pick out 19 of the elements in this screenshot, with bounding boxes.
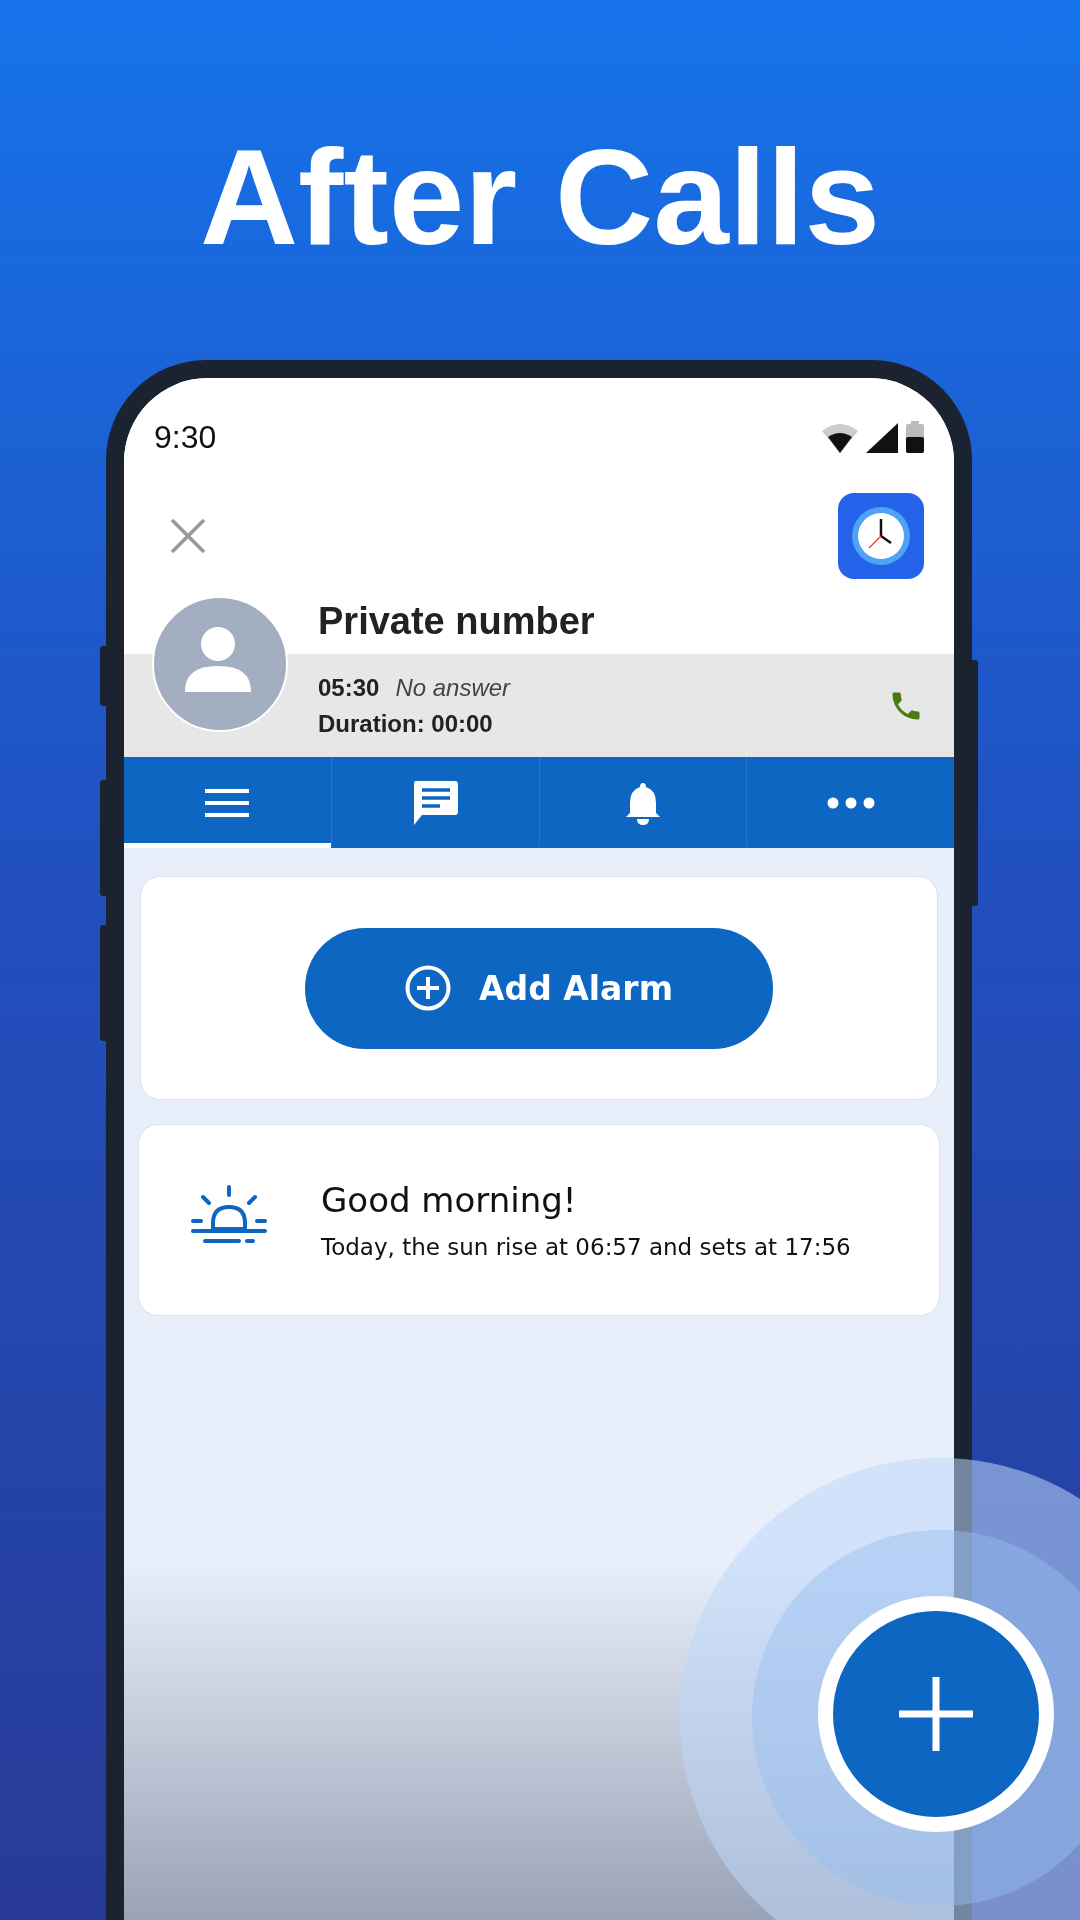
close-icon[interactable]: [170, 518, 206, 554]
menu-icon: [205, 786, 250, 819]
call-status: No answer: [395, 673, 511, 702]
more-icon: [826, 796, 875, 809]
plus-circle-icon: [404, 965, 451, 1011]
battery-icon: [906, 421, 924, 453]
clock-app-icon[interactable]: [838, 493, 924, 579]
plus-icon: [899, 1677, 973, 1751]
greeting-text: Today, the sun rise at 06:57 and sets at 17:56: [321, 1234, 851, 1260]
greeting-title: Good morning!: [321, 1180, 578, 1220]
signal-icon: [866, 423, 898, 453]
wifi-icon: [822, 423, 858, 453]
message-icon: [412, 780, 459, 825]
call-time: 05:30: [318, 673, 380, 702]
headline: After Calls: [198, 120, 882, 272]
add-alarm-button[interactable]: Add Alarm: [305, 927, 773, 1049]
call-duration: Duration: 00:00: [318, 709, 494, 738]
caller-name: Private number: [317, 599, 596, 644]
status-time: 9:30: [154, 418, 217, 456]
